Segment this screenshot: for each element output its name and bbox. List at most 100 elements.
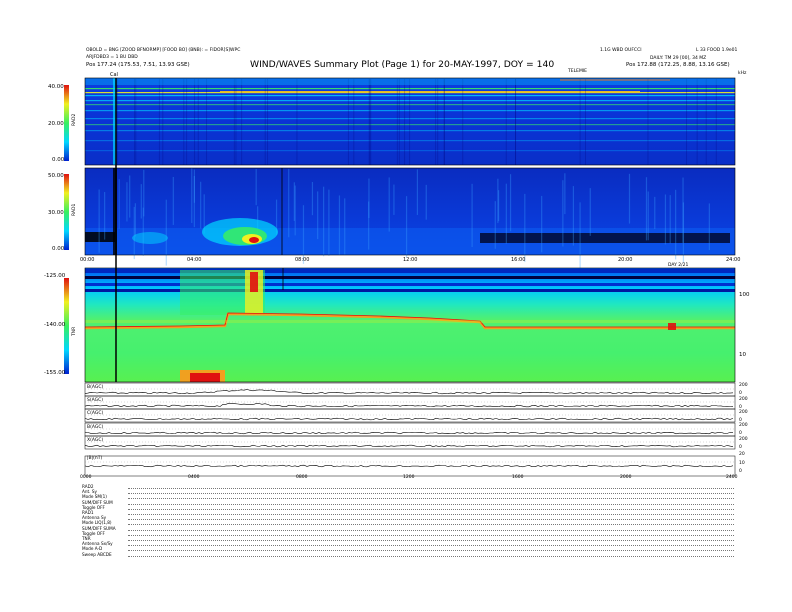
rad2-ytick-mid: 20.00 — [48, 121, 64, 127]
rad2-ytick-bottom: 0.00 — [52, 157, 65, 163]
trace-frame-0 — [84, 382, 736, 397]
trace-rtick-5b: 10 — [739, 461, 745, 466]
rad2-streak-24 — [162, 79, 164, 165]
rad2-ylabel: RAD2 — [72, 113, 77, 126]
trace-rtick-2a: 200 — [739, 410, 748, 415]
rad2-streak-27 — [206, 79, 208, 165]
rad2-streak-31 — [264, 79, 266, 165]
trace-label-4: X(AGC) — [87, 438, 104, 443]
trace-xtick-2: 0800 — [296, 475, 308, 480]
rad1-streak-11 — [579, 202, 581, 272]
rad1-dark-left — [85, 232, 115, 242]
rad1-streak-4 — [172, 176, 174, 225]
trace-xtick-1: 0400 — [188, 475, 200, 480]
trace-label-5: |B|(nT) — [87, 456, 103, 461]
rad1-streak-32 — [393, 184, 395, 215]
rad1-streak-40 — [425, 184, 427, 220]
rad2-streak-26 — [696, 79, 698, 165]
trace-line-5 — [84, 464, 734, 468]
rad1-streak-45 — [675, 189, 677, 260]
rad1-burst-left — [132, 232, 168, 244]
rad1-streak-19 — [647, 191, 649, 241]
rad1-streak-37 — [129, 175, 131, 218]
rad2-streak-37 — [296, 79, 298, 165]
rad1-streak-38 — [104, 192, 106, 240]
trace-line-4 — [84, 444, 734, 448]
rad2-streak-10 — [267, 79, 269, 165]
rad1-streak-26 — [628, 173, 631, 224]
tnr-yellow-haze — [85, 320, 735, 323]
rad2-streak-5 — [409, 79, 411, 165]
rad1-streak-58 — [471, 183, 473, 248]
trace-xtick-3: 1200 — [403, 475, 415, 480]
trace-xtick-5: 2000 — [620, 475, 632, 480]
trace-rtick-5c: 0 — [739, 469, 742, 474]
rad1-streak-54 — [288, 168, 290, 238]
rad1-xtick-5: 20:00 — [618, 257, 633, 263]
rad1-streak-47 — [133, 206, 135, 260]
tnr-ytick-top: -125.00 — [44, 273, 66, 279]
rad1-ytick-mid: 30.00 — [48, 210, 64, 216]
rad1-streak-28 — [126, 182, 128, 222]
info-dotted-rule-6 — [128, 519, 734, 521]
trace-rtick-0a: 200 — [739, 383, 748, 388]
rad1-streak-17 — [317, 191, 319, 240]
trace-rtick-4a: 200 — [739, 437, 748, 442]
tnr-right-tick-100: 100 — [739, 292, 750, 298]
rad2-streak-39 — [579, 79, 581, 165]
rad1-streak-35 — [497, 178, 499, 224]
rad2-top-shade — [85, 78, 735, 85]
rad2-bright-band — [220, 91, 640, 93]
trace-label-2: C(AGC) — [87, 411, 104, 416]
trace-rtick-3b: 0 — [739, 431, 742, 436]
rad1-ytick-bottom: 0.00 — [52, 246, 65, 252]
rad2-streak-25 — [369, 79, 371, 165]
info-dotted-rule-7 — [128, 524, 734, 526]
rad1-streak-31 — [140, 184, 142, 219]
rad1-streak-15 — [338, 195, 341, 255]
info-dotted-rule-2 — [128, 498, 734, 500]
tnr-x-annotation: DAY 2/21 — [668, 263, 689, 268]
rad2-streak-19 — [396, 79, 398, 165]
rad2-streak-32 — [194, 79, 196, 165]
trace-frame-3 — [84, 422, 736, 437]
trace-frame-2 — [84, 408, 736, 423]
rad1-streak-20 — [165, 199, 167, 266]
rad2-streak-36 — [435, 79, 437, 165]
rad2-streak-3 — [241, 79, 243, 165]
rad1-burst-red — [249, 237, 259, 243]
rad2-streak-29 — [437, 79, 439, 165]
rad1-streak-46 — [494, 201, 496, 249]
rad1-streak-55 — [416, 169, 419, 215]
rad2-streak-28 — [353, 79, 355, 165]
trace-rtick-3a: 200 — [739, 423, 748, 428]
rad1-dark-right — [480, 233, 730, 243]
trace-rtick-1a: 200 — [739, 397, 748, 402]
info-dotted-rule-11 — [128, 545, 734, 547]
trace-label-0: B(AGC) — [87, 385, 104, 390]
rad1-streak-36 — [134, 203, 136, 237]
rad2-ytick-top: 40.00 — [48, 84, 64, 90]
rad1-streak-23 — [645, 177, 648, 241]
rad1-streak-30 — [191, 168, 193, 223]
agc-traces — [84, 382, 736, 477]
trace-frame-4 — [84, 435, 736, 450]
summary-plot — [64, 77, 736, 477]
rad2-streak-12 — [505, 79, 507, 165]
rad1-streak-52 — [509, 174, 512, 232]
rad1-xtick-4: 16:00 — [511, 257, 526, 263]
rad1-streak-33 — [572, 186, 575, 246]
trace-rtick-0b: 0 — [739, 391, 742, 396]
rad2-streak-34 — [370, 79, 372, 165]
trace-line-1 — [84, 402, 734, 408]
rad2-streak-14 — [404, 79, 406, 165]
trace-line-3 — [84, 431, 734, 435]
rad1-streak-41 — [664, 194, 667, 245]
rad1-streak-50 — [654, 196, 656, 229]
tnr-burst-red — [250, 272, 258, 292]
info-dotted-rule-8 — [128, 529, 734, 531]
rad1-streak-59 — [200, 181, 202, 229]
trace-label-3: B(AGC) — [87, 425, 104, 430]
info-dotted-rule-4 — [128, 508, 734, 510]
tnr-ytick-bottom: -155.00 — [44, 370, 66, 376]
